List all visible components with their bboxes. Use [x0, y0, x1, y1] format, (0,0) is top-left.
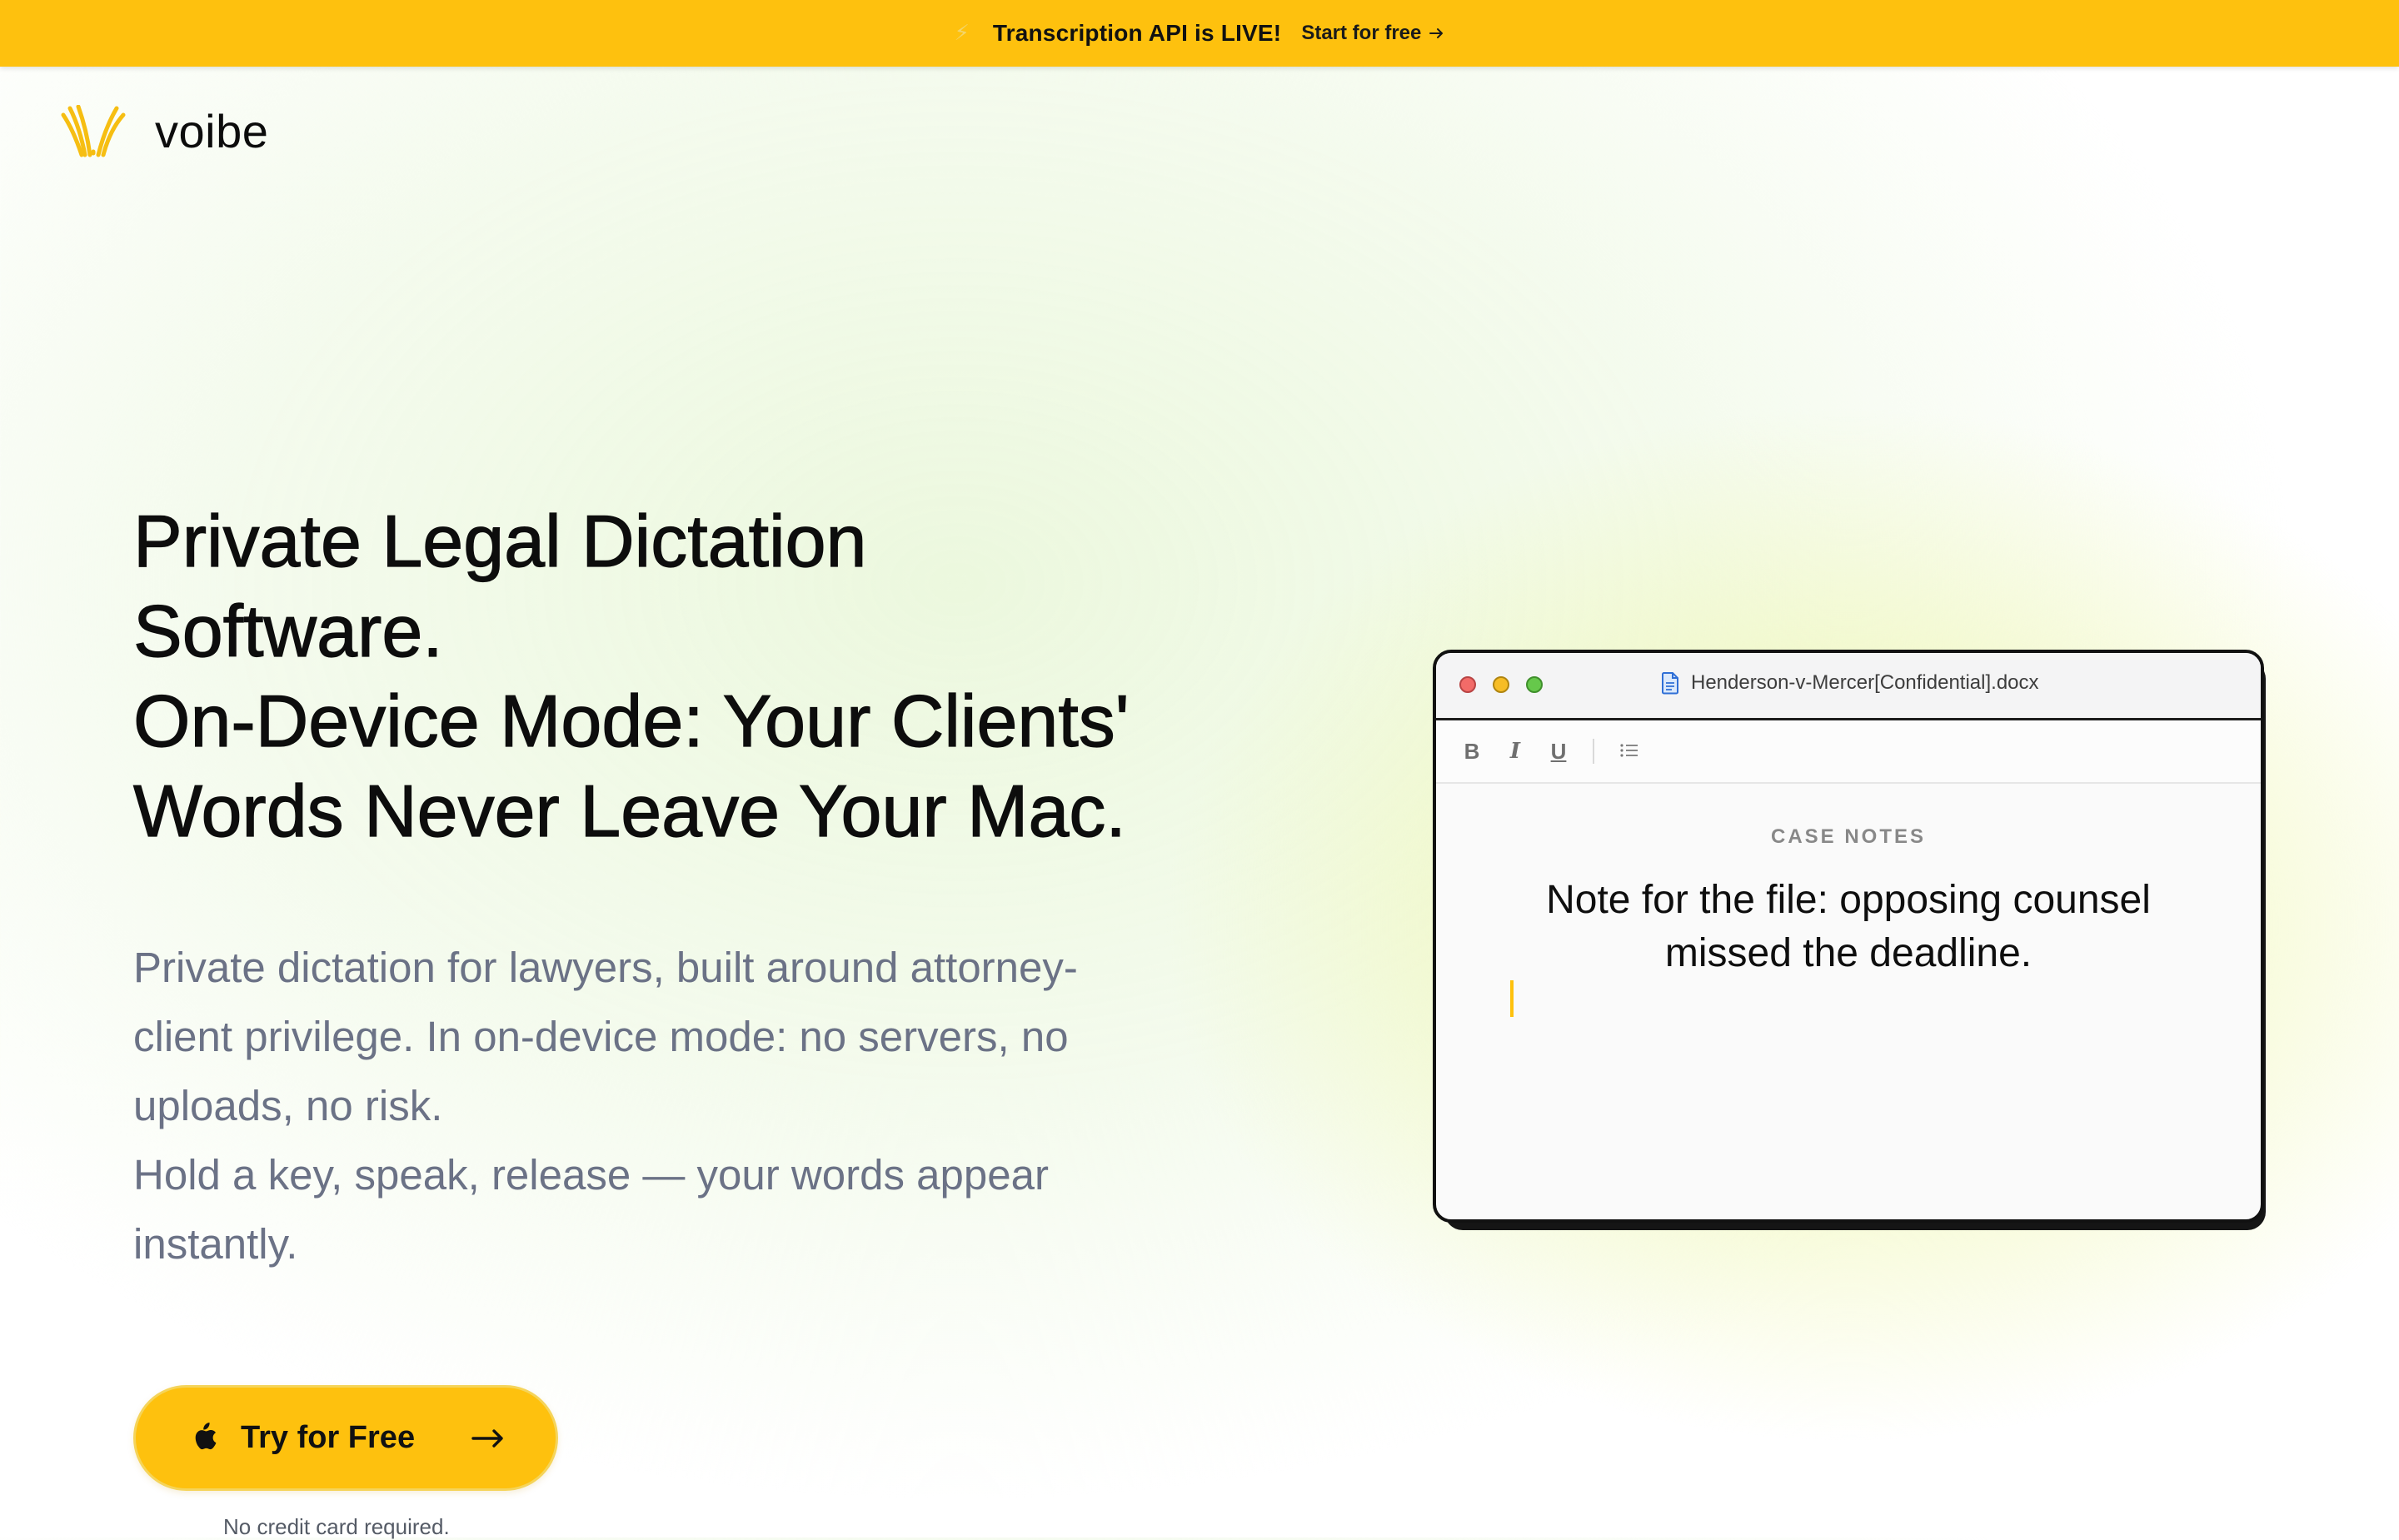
apple-icon	[195, 1422, 217, 1449]
maximize-window-button[interactable]	[1526, 676, 1543, 693]
hero-title: Private Legal Dictation Software. On-Dev…	[132, 496, 1249, 856]
close-window-button[interactable]	[1459, 676, 1476, 693]
hero-subtitle-line: client privilege. In on-device mode: no …	[133, 1013, 1069, 1060]
voibe-logo-icon	[61, 105, 126, 157]
lightning-icon: ⚡	[954, 19, 970, 45]
hero-title-line: Private Legal Dictation	[132, 499, 867, 582]
announcement-message: Transcription API is LIVE!	[992, 20, 1282, 46]
hero-subtitle: Private dictation for lawyers, built aro…	[133, 933, 1133, 1278]
announcement-bar: ⚡ Transcription API is LIVE! Start for f…	[0, 0, 2399, 67]
bold-button[interactable]: B	[1463, 739, 1481, 765]
italic-button[interactable]: I	[1506, 739, 1524, 764]
brand-logo[interactable]: voibe	[60, 105, 268, 158]
hero-subtitle-line: instantly.	[133, 1220, 298, 1268]
arrow-right-icon	[471, 1428, 503, 1448]
document-filename-text: Henderson-v-Mercer[Confidential].docx	[1691, 671, 2039, 694]
hero-subtitle-line: Hold a key, speak, release — your words …	[133, 1151, 1049, 1199]
bullet-list-icon	[1620, 743, 1638, 757]
hero-title-line: On-Device Mode: Your Clients'	[132, 679, 1130, 762]
toolbar-divider	[1593, 739, 1594, 764]
document-filename: Henderson-v-Mercer[Confidential].docx	[1661, 671, 2039, 695]
bullet-list-button[interactable]	[1619, 739, 1638, 765]
case-notes-heading: CASE NOTES	[1770, 825, 1927, 848]
note-line: Note for the file: opposing counsel	[1546, 878, 2151, 922]
hero-subtitle-line: uploads, no risk.	[133, 1082, 443, 1129]
hero-title-line: Words Never Leave Your Mac.	[132, 769, 1126, 852]
underline-button[interactable]: U	[1549, 739, 1568, 765]
editor-window: Henderson-v-Mercer[Confidential].docx B …	[1433, 650, 2264, 1223]
note-line-with-caret: missed the deadline.	[1507, 927, 2190, 1017]
document-body[interactable]: CASE NOTES Note for the file: opposing c…	[1436, 784, 2261, 1017]
try-for-free-button[interactable]: Try for Free	[133, 1385, 558, 1491]
editor-toolbar: B I U	[1436, 720, 2261, 784]
hero-title-line: Software.	[132, 589, 443, 672]
text-cursor	[1510, 980, 1514, 1017]
no-credit-card-note: No credit card required.	[223, 1514, 450, 1539]
brand-name: voibe	[155, 105, 269, 157]
minimize-window-button[interactable]	[1493, 676, 1509, 693]
editor-titlebar: Henderson-v-Mercer[Confidential].docx	[1436, 653, 2261, 720]
note-line: missed the deadline.	[1664, 931, 2032, 975]
arrow-right-icon	[1429, 28, 1444, 38]
start-for-free-link[interactable]: Start for free	[1301, 22, 1444, 45]
hero-subtitle-line: Private dictation for lawyers, built aro…	[133, 944, 1078, 991]
start-for-free-label: Start for free	[1301, 22, 1422, 44]
document-icon	[1662, 672, 1678, 695]
dictated-note: Note for the file: opposing counsel miss…	[1507, 874, 2190, 1017]
try-for-free-label: Try for Free	[241, 1420, 416, 1455]
